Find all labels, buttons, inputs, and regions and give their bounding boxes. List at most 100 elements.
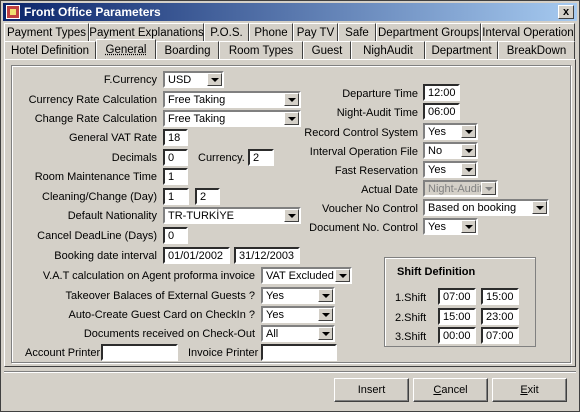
shift-1-end-field[interactable]: 15:00	[481, 288, 519, 305]
record-control-system-select[interactable]: Yes	[423, 123, 478, 140]
general-vat-rate-field[interactable]: 18	[163, 129, 188, 146]
insert-button[interactable]: Insert	[334, 378, 409, 402]
tab-guest[interactable]: Guest	[303, 41, 351, 59]
vat-calc-select[interactable]: VAT Excluded	[261, 267, 352, 284]
account-printer-field[interactable]	[101, 344, 178, 361]
chevron-down-icon[interactable]	[461, 144, 476, 157]
general-tab-panel: F.Currency USD Currency Rate Calculation…	[4, 59, 576, 367]
shift-3-start-field[interactable]: 00:00	[438, 327, 476, 344]
general-groupbox: F.Currency USD Currency Rate Calculation…	[11, 65, 571, 363]
shift-3-end-field[interactable]: 07:00	[481, 327, 519, 344]
invoice-printer-field[interactable]	[261, 344, 337, 361]
night-audit-time-field[interactable]: 06:00	[423, 103, 460, 120]
default-nationality-label: Default Nationality	[67, 210, 157, 222]
takeover-balances-label: Takeover Balaces of External Guests ?	[65, 290, 255, 302]
tab-payment-types[interactable]: Payment Types	[4, 23, 89, 41]
chevron-down-icon[interactable]	[532, 201, 547, 214]
documents-checkout-select[interactable]: All	[261, 325, 335, 342]
tab-boarding[interactable]: Boarding	[156, 41, 219, 59]
departure-time-label: Departure Time	[342, 88, 418, 100]
title-bar[interactable]: Front Office Parameters x	[3, 3, 577, 21]
tab-department-groups[interactable]: Department Groups	[376, 23, 481, 41]
documents-checkout-label: Documents received on Check-Out	[83, 328, 255, 340]
booking-date-from-field[interactable]: 01/01/2002	[163, 247, 230, 264]
actual-date-label: Actual Date	[361, 184, 418, 196]
shift-2-start-field[interactable]: 15:00	[438, 308, 476, 325]
app-icon	[6, 5, 20, 19]
takeover-balances-value: Yes	[266, 290, 284, 302]
chevron-down-icon[interactable]	[318, 289, 333, 302]
voucher-no-control-label: Voucher No Control	[322, 203, 418, 215]
departure-time-field[interactable]: 12:00	[423, 84, 460, 101]
chevron-down-icon[interactable]	[318, 308, 333, 321]
cancel-button[interactable]: Cancel	[413, 378, 488, 402]
tab-safe[interactable]: Safe	[338, 23, 376, 41]
booking-date-interval-label: Booking date interval	[54, 250, 157, 262]
document-no-control-value: Yes	[428, 221, 446, 233]
actual-date-value: Night-Audit	[428, 183, 483, 195]
auto-create-card-select[interactable]: Yes	[261, 306, 335, 323]
cleaning-change-field-2[interactable]: 2	[195, 188, 220, 205]
voucher-no-control-select[interactable]: Based on booking	[423, 199, 549, 216]
tab-interval-operation[interactable]: Interval Operation	[481, 23, 575, 41]
change-rate-calc-label: Change Rate Calculation	[34, 113, 157, 125]
tab-phone[interactable]: Phone	[249, 23, 293, 41]
cleaning-change-field-1[interactable]: 1	[163, 188, 189, 205]
document-no-control-select[interactable]: Yes	[423, 218, 478, 235]
tab-pos[interactable]: P.O.S.	[204, 23, 249, 41]
shift-1-label: 1.Shift	[395, 292, 427, 304]
actual-date-select: Night-Audit	[423, 180, 498, 197]
chevron-down-icon[interactable]	[318, 327, 333, 340]
fast-reservation-select[interactable]: Yes	[423, 161, 478, 178]
close-icon: x	[562, 6, 570, 18]
shift-definition-title: Shift Definition	[397, 266, 476, 278]
booking-date-to-field[interactable]: 31/12/2003	[234, 247, 300, 264]
document-no-control-label: Document No. Control	[309, 222, 418, 234]
decimals-label: Decimals	[111, 152, 157, 164]
tab-row-2: Hotel Definition General Boarding Room T…	[4, 39, 575, 59]
decimals-field[interactable]: 0	[163, 149, 188, 166]
insert-button-label: Insert	[357, 384, 386, 396]
takeover-balances-select[interactable]: Yes	[261, 287, 335, 304]
close-button[interactable]: x	[558, 5, 574, 19]
tab-general[interactable]: General	[96, 39, 156, 59]
night-audit-time-label: Night-Audit Time	[336, 107, 418, 119]
tab-department[interactable]: Department	[425, 41, 498, 59]
tab-general-label: General	[105, 43, 147, 56]
cancel-deadline-field[interactable]: 0	[163, 227, 188, 244]
room-maintenance-time-field[interactable]: 1	[163, 168, 188, 185]
fcurrency-value: USD	[168, 74, 192, 86]
tab-row-1: Payment Types Payment Explanations P.O.S…	[4, 23, 575, 41]
voucher-no-control-value: Based on booking	[428, 202, 517, 214]
chevron-down-icon[interactable]	[461, 163, 476, 176]
shift-2-end-field[interactable]: 23:00	[481, 308, 519, 325]
documents-checkout-value: All	[266, 328, 279, 340]
interval-operation-file-select[interactable]: No	[423, 142, 478, 159]
shift-1-start-field[interactable]: 07:00	[438, 288, 476, 305]
chevron-down-icon[interactable]	[461, 125, 476, 138]
tab-pay-tv[interactable]: Pay TV	[293, 23, 338, 41]
tab-room-types[interactable]: Room Types	[219, 41, 303, 59]
exit-button[interactable]: Exit	[492, 378, 567, 402]
exit-button-label: xit	[527, 384, 539, 396]
shift-2-label: 2.Shift	[395, 312, 427, 324]
exit-button-accel: E	[520, 384, 528, 396]
general-vat-rate-label: General VAT Rate	[68, 132, 157, 144]
currency-label: Currency.	[198, 152, 245, 164]
chevron-down-icon[interactable]	[207, 73, 222, 86]
room-maintenance-time-label: Room Maintenance Time	[34, 171, 157, 183]
auto-create-card-label: Auto-Create Guest Card on CheckIn ?	[68, 309, 255, 321]
shift-definition-group: Shift Definition 1.Shift 07:00 15:00 2.S…	[384, 257, 536, 347]
tab-nighaudit[interactable]: NighAudit	[351, 41, 425, 59]
vat-calc-label: V.A.T calculation on Agent proforma invo…	[42, 270, 255, 282]
tab-breakdown[interactable]: BreakDown	[498, 41, 575, 59]
cancel-button-accel: C	[433, 384, 442, 396]
tab-hotel-definition[interactable]: Hotel Definition	[4, 41, 96, 59]
chevron-down-icon[interactable]	[335, 269, 350, 282]
currency-rate-calc-value: Free Taking	[168, 94, 226, 106]
cancel-button-label: ancel	[441, 384, 468, 396]
fcurrency-select[interactable]: USD	[163, 71, 224, 88]
chevron-down-icon[interactable]	[461, 220, 476, 233]
cleaning-change-label: Cleaning/Change (Day)	[42, 191, 157, 203]
cancel-deadline-label: Cancel DeadLine (Days)	[37, 230, 157, 242]
